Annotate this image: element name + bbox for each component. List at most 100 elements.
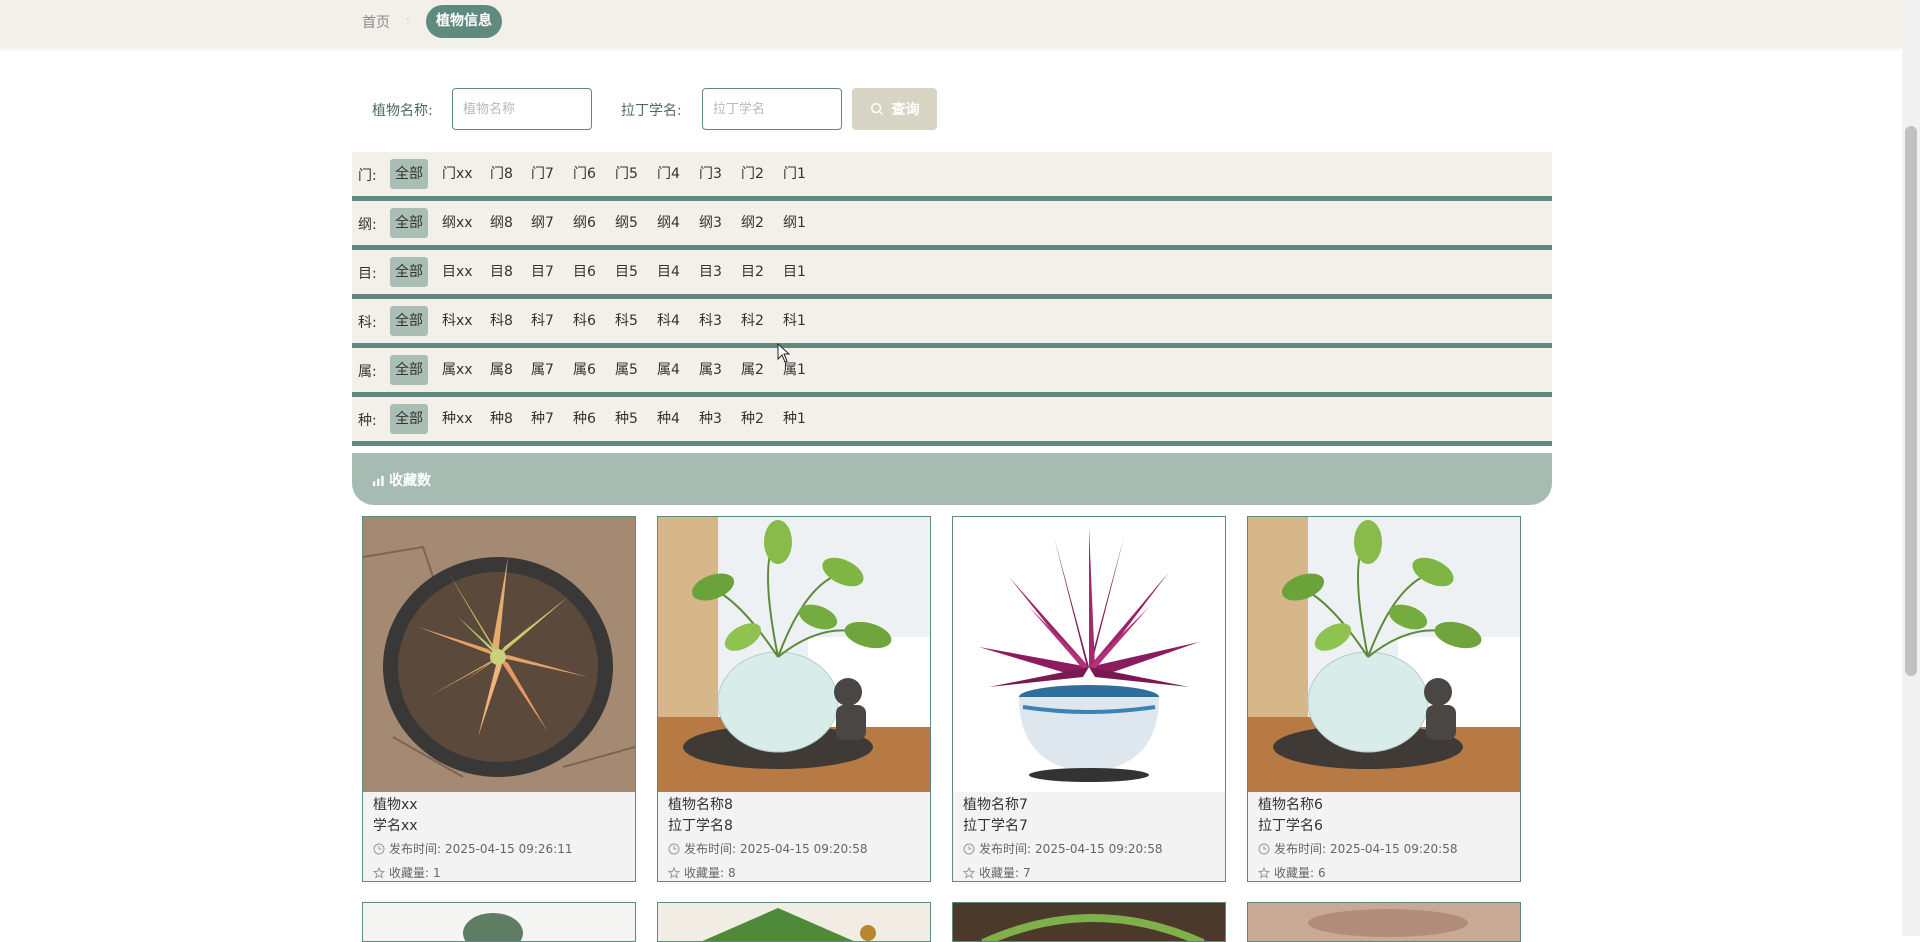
plant-card-partial[interactable] xyxy=(952,902,1226,942)
filter-option[interactable]: 门2 xyxy=(737,159,768,189)
filter-option[interactable]: 科5 xyxy=(611,306,642,336)
filter-row: 目: 全部 目xx 目8 目7 目6 目5 目4 目3 目2 目1 xyxy=(352,250,1552,299)
filter-option[interactable]: 种2 xyxy=(737,404,768,434)
filter-option[interactable]: 纲5 xyxy=(611,208,642,238)
filter-option[interactable]: 目4 xyxy=(653,257,684,287)
sort-by-favorites[interactable]: 收藏数 xyxy=(372,470,431,490)
filter-option[interactable]: 纲2 xyxy=(737,208,768,238)
plant-name[interactable]: 植物名称7 xyxy=(963,794,1028,814)
filter-option[interactable]: 纲3 xyxy=(695,208,726,238)
filter-option[interactable]: 目2 xyxy=(737,257,768,287)
pothos-image[interactable] xyxy=(658,517,930,792)
plant-card[interactable]: 植物名称7 拉丁学名7 发布时间: 2025-04-15 09:20:58 收藏… xyxy=(952,516,1226,882)
sort-by-favorites-label: 收藏数 xyxy=(389,473,431,489)
plant-image[interactable] xyxy=(953,903,1225,942)
plant-name[interactable]: 植物名称6 xyxy=(1258,794,1323,814)
vertical-scrollbar[interactable] xyxy=(1902,0,1920,936)
filter-option-all[interactable]: 全部 xyxy=(390,208,428,238)
filter-option-all[interactable]: 全部 xyxy=(390,257,428,287)
sort-bar: 收藏数 xyxy=(352,453,1552,505)
plant-card[interactable]: 植物名称6 拉丁学名6 发布时间: 2025-04-15 09:20:58 收藏… xyxy=(1247,516,1521,882)
filter-option[interactable]: 属5 xyxy=(611,355,642,385)
filter-option[interactable]: 门4 xyxy=(653,159,684,189)
filter-option[interactable]: 属7 xyxy=(527,355,558,385)
breadcrumb-current[interactable]: 植物信息 xyxy=(426,5,502,38)
filter-option[interactable]: 目xx xyxy=(438,257,477,287)
filter-option[interactable]: 门xx xyxy=(438,159,477,189)
filter-option-all[interactable]: 全部 xyxy=(390,355,428,385)
filter-option[interactable]: 种6 xyxy=(569,404,600,434)
plant-card-partial[interactable] xyxy=(1247,902,1521,942)
plant-card[interactable]: 植物xx 学名xx 发布时间: 2025-04-15 09:26:11 收藏量:… xyxy=(362,516,636,882)
filter-option[interactable]: 目6 xyxy=(569,257,600,287)
filter-option[interactable]: 属6 xyxy=(569,355,600,385)
filter-option[interactable]: 种3 xyxy=(695,404,726,434)
mouse-cursor-icon xyxy=(777,343,791,363)
filter-option[interactable]: 纲1 xyxy=(779,208,810,238)
filter-option[interactable]: 目8 xyxy=(486,257,517,287)
filter-option[interactable]: 纲6 xyxy=(569,208,600,238)
filter-option[interactable]: 目7 xyxy=(527,257,558,287)
filter-option[interactable]: 科2 xyxy=(737,306,768,336)
plant-image[interactable] xyxy=(1248,903,1520,942)
filter-option[interactable]: 目1 xyxy=(779,257,810,287)
filter-option[interactable]: 门5 xyxy=(611,159,642,189)
filter-option[interactable]: 种1 xyxy=(779,404,810,434)
filter-option[interactable]: 科1 xyxy=(779,306,810,336)
filter-option[interactable]: 纲7 xyxy=(527,208,558,238)
purple-plant-image[interactable] xyxy=(953,517,1225,792)
filter-option-all[interactable]: 全部 xyxy=(390,306,428,336)
filter-option[interactable]: 科xx xyxy=(438,306,477,336)
filter-option[interactable]: 门1 xyxy=(779,159,810,189)
filter-row: 门: 全部 门xx 门8 门7 门6 门5 门4 门3 门2 门1 xyxy=(352,152,1552,201)
filter-option[interactable]: 目5 xyxy=(611,257,642,287)
favorite-count-label: 收藏量: xyxy=(684,866,725,880)
filter-option[interactable]: 门8 xyxy=(486,159,517,189)
plant-card-partial[interactable] xyxy=(657,902,931,942)
latin-name-input[interactable] xyxy=(702,88,842,130)
plant-name-input[interactable] xyxy=(452,88,592,130)
plant-image[interactable] xyxy=(363,903,635,942)
query-button[interactable]: 查询 xyxy=(852,88,937,130)
plant-card[interactable]: 植物名称8 拉丁学名8 发布时间: 2025-04-15 09:20:58 收藏… xyxy=(657,516,931,882)
publish-time: 发布时间: 2025-04-15 09:20:58 xyxy=(1258,840,1458,857)
filter-option[interactable]: 种8 xyxy=(486,404,517,434)
plant-image[interactable] xyxy=(658,903,930,942)
publish-time-value: 2025-04-15 09:20:58 xyxy=(1035,841,1163,856)
filter-option[interactable]: 种5 xyxy=(611,404,642,434)
filter-option[interactable]: 属2 xyxy=(737,355,768,385)
star-icon xyxy=(373,866,385,879)
filter-option[interactable]: 目3 xyxy=(695,257,726,287)
publish-time-label: 发布时间: xyxy=(389,842,442,856)
filter-option[interactable]: 科6 xyxy=(569,306,600,336)
plant-name[interactable]: 植物名称8 xyxy=(668,794,733,814)
filter-option-all[interactable]: 全部 xyxy=(390,159,428,189)
succulent-image[interactable] xyxy=(363,517,635,792)
star-icon xyxy=(668,866,680,879)
breadcrumb-home-link[interactable]: 首页 xyxy=(362,12,390,32)
scrollbar-thumb[interactable] xyxy=(1905,126,1917,676)
pothos-image[interactable] xyxy=(1248,517,1520,792)
filter-option[interactable]: 门3 xyxy=(695,159,726,189)
filter-option[interactable]: 纲xx xyxy=(438,208,477,238)
filter-option[interactable]: 门6 xyxy=(569,159,600,189)
filter-option[interactable]: 科4 xyxy=(653,306,684,336)
filter-option[interactable]: 门7 xyxy=(527,159,558,189)
filter-option[interactable]: 属3 xyxy=(695,355,726,385)
plant-card-partial[interactable] xyxy=(362,902,636,942)
filter-option[interactable]: 属8 xyxy=(486,355,517,385)
filter-row: 科: 全部 科xx 科8 科7 科6 科5 科4 科3 科2 科1 xyxy=(352,299,1552,348)
filter-option[interactable]: 种4 xyxy=(653,404,684,434)
filter-option-all[interactable]: 全部 xyxy=(390,404,428,434)
filter-row: 种: 全部 种xx 种8 种7 种6 种5 种4 种3 种2 种1 xyxy=(352,397,1552,446)
filter-option[interactable]: 科7 xyxy=(527,306,558,336)
filter-option[interactable]: 属4 xyxy=(653,355,684,385)
filter-option[interactable]: 种xx xyxy=(438,404,477,434)
filter-option[interactable]: 纲8 xyxy=(486,208,517,238)
filter-option[interactable]: 属xx xyxy=(438,355,477,385)
filter-option[interactable]: 纲4 xyxy=(653,208,684,238)
filter-option[interactable]: 科8 xyxy=(486,306,517,336)
filter-option[interactable]: 科3 xyxy=(695,306,726,336)
filter-option[interactable]: 种7 xyxy=(527,404,558,434)
plant-name[interactable]: 植物xx xyxy=(373,794,418,814)
